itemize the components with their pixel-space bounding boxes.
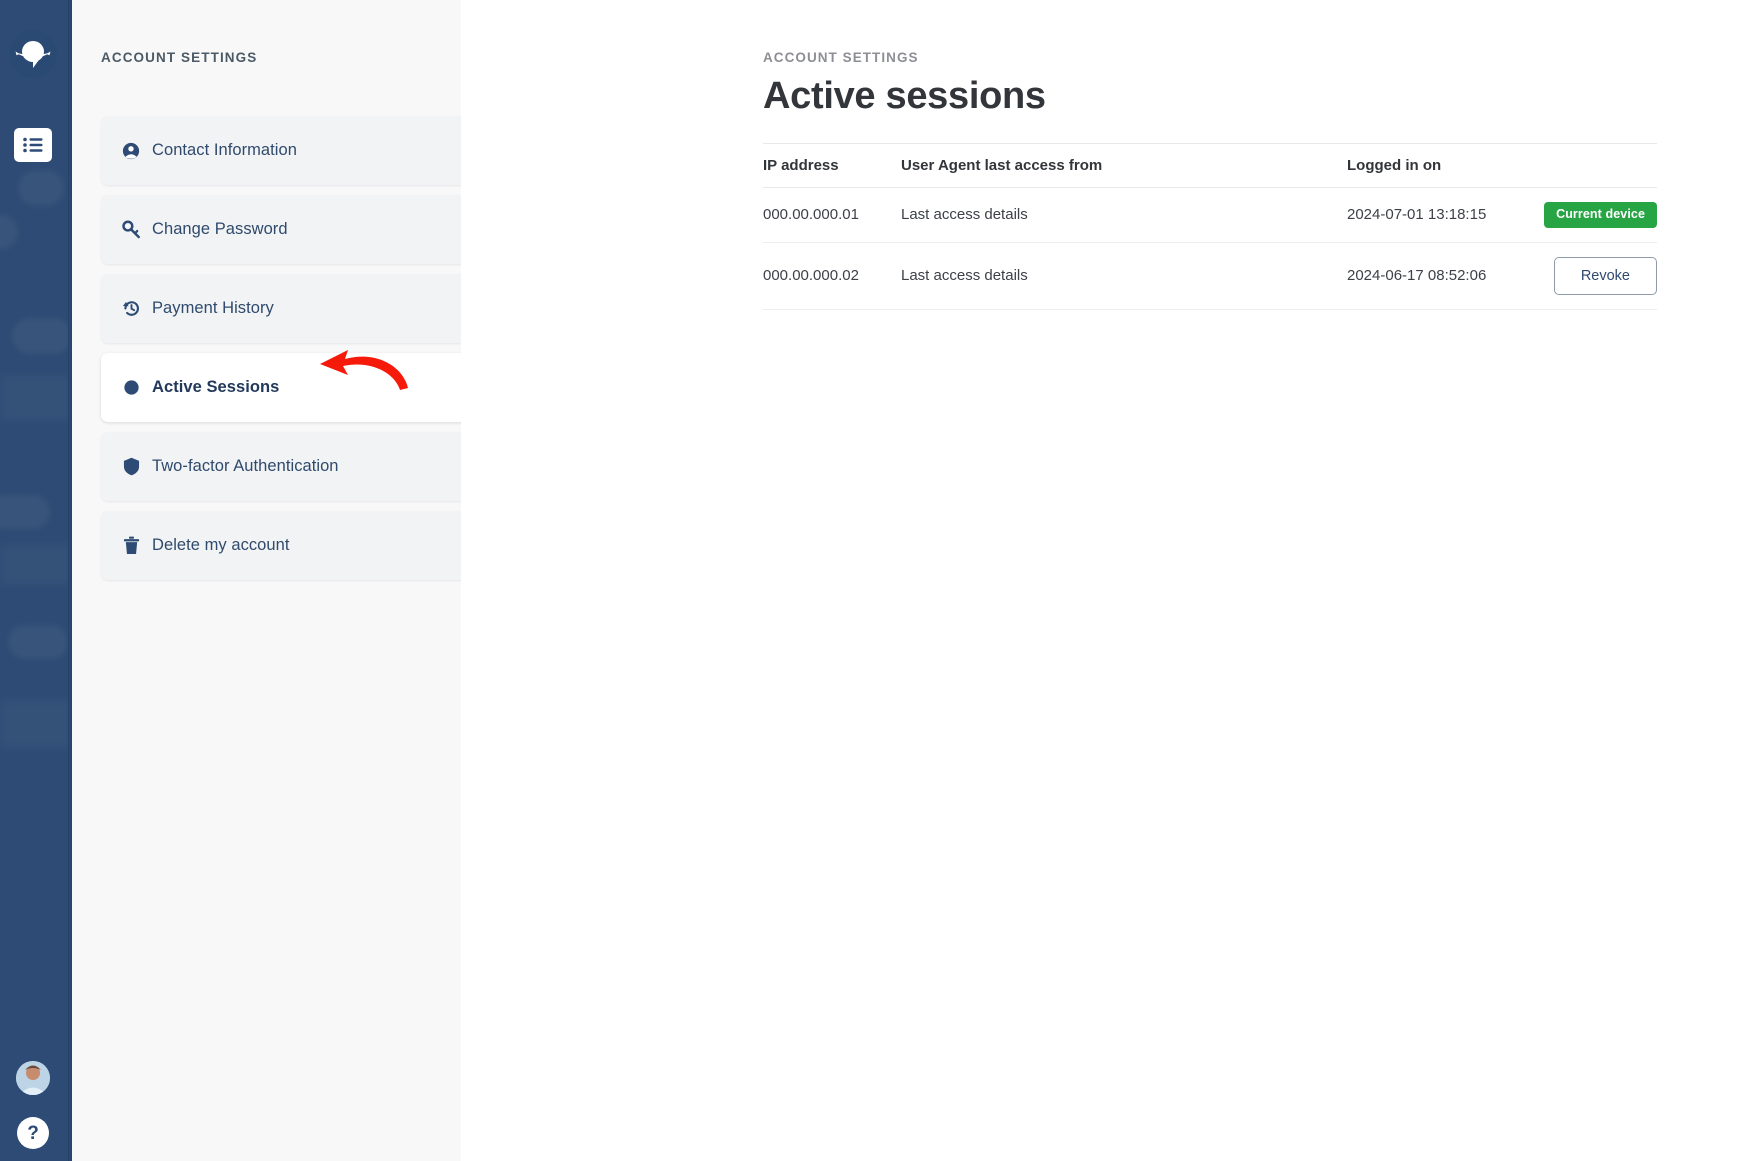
revoke-button[interactable]: Revoke (1553, 256, 1657, 295)
cell-action: Current device (1532, 187, 1657, 243)
cell-action: Revoke (1532, 242, 1657, 310)
help-button[interactable]: ? (17, 1117, 49, 1149)
column-header-user-agent: User Agent last access from (901, 143, 1347, 188)
rail-decor-shape (0, 495, 50, 529)
status-badge-current-device: Current device (1544, 202, 1657, 228)
page-title: Active sessions (763, 75, 1046, 117)
table-row: 000.00.000.01 Last access details 2024-0… (763, 187, 1657, 243)
settings-menu-list: Contact Information Change Password Paym… (101, 116, 519, 590)
list-menu-icon (23, 137, 43, 153)
user-circle-icon (120, 141, 142, 161)
breadcrumb: ACCOUNT SETTINGS (763, 50, 919, 65)
shield-icon (120, 457, 142, 477)
cell-user-agent: Last access details (901, 242, 1347, 310)
rail-decor-band (0, 700, 72, 748)
nav-list-button[interactable] (14, 128, 52, 162)
app-root: ? ACCOUNT SETTINGS Contact Information C… (0, 0, 1764, 1161)
primary-nav-rail: ? (0, 0, 72, 1161)
cell-ip-address: 000.00.000.01 (763, 187, 901, 243)
avatar[interactable] (16, 1061, 50, 1095)
sidebar-item-label: Payment History (152, 299, 274, 317)
circle-dot-icon (120, 378, 142, 398)
key-icon (120, 220, 142, 240)
sidebar-item-label: Delete my account (152, 536, 290, 554)
table-body: 000.00.000.01 Last access details 2024-0… (763, 187, 1657, 310)
app-logo[interactable] (9, 30, 57, 78)
sidebar-item-label: Change Password (152, 220, 288, 238)
rail-decor-band (0, 545, 72, 585)
sidebar-item-label: Contact Information (152, 141, 297, 159)
planet-logo-icon (15, 41, 51, 68)
cell-logged-in-on: 2024-06-17 08:52:06 (1347, 242, 1532, 310)
settings-menu-column: ACCOUNT SETTINGS Contact Information Cha… (72, 0, 519, 1161)
settings-menu-kicker: ACCOUNT SETTINGS (101, 50, 258, 65)
user-avatar-icon (16, 1061, 50, 1095)
rail-decor-shape (8, 625, 68, 659)
help-label: ? (27, 1122, 39, 1144)
table-header: IP address User Agent last access from L… (763, 143, 1657, 188)
cell-user-agent: Last access details (901, 187, 1347, 243)
table-header-row: IP address User Agent last access from L… (763, 143, 1657, 188)
trash-icon (120, 536, 142, 556)
sidebar-item-change-password[interactable]: Change Password (101, 195, 519, 264)
rail-decor-shape (12, 318, 72, 354)
column-header-logged-in-on: Logged in on (1347, 143, 1532, 188)
cell-ip-address: 000.00.000.02 (763, 242, 901, 310)
column-header-actions (1532, 143, 1657, 188)
table-row: 000.00.000.02 Last access details 2024-0… (763, 242, 1657, 310)
sidebar-item-label: Two-factor Authentication (152, 457, 339, 475)
history-icon (120, 299, 142, 319)
active-sessions-panel: ACCOUNT SETTINGS Active sessions IP addr… (763, 50, 1657, 310)
cell-logged-in-on: 2024-07-01 13:18:15 (1347, 187, 1532, 243)
sidebar-item-two-factor-authentication[interactable]: Two-factor Authentication (101, 432, 519, 501)
active-sessions-table: IP address User Agent last access from L… (763, 143, 1657, 310)
sidebar-item-contact-information[interactable]: Contact Information (101, 116, 519, 185)
column-header-ip-address: IP address (763, 143, 901, 188)
rail-decor-band (0, 375, 72, 421)
sidebar-item-label: Active Sessions (152, 378, 280, 396)
sidebar-item-delete-my-account[interactable]: Delete my account (101, 511, 519, 580)
sidebar-item-active-sessions[interactable]: Active Sessions (101, 353, 519, 422)
rail-decor-shape (0, 215, 18, 249)
main-content: ACCOUNT SETTINGS Active sessions IP addr… (461, 0, 1764, 1161)
rail-decor-shape (18, 170, 64, 206)
sidebar-item-payment-history[interactable]: Payment History (101, 274, 519, 343)
